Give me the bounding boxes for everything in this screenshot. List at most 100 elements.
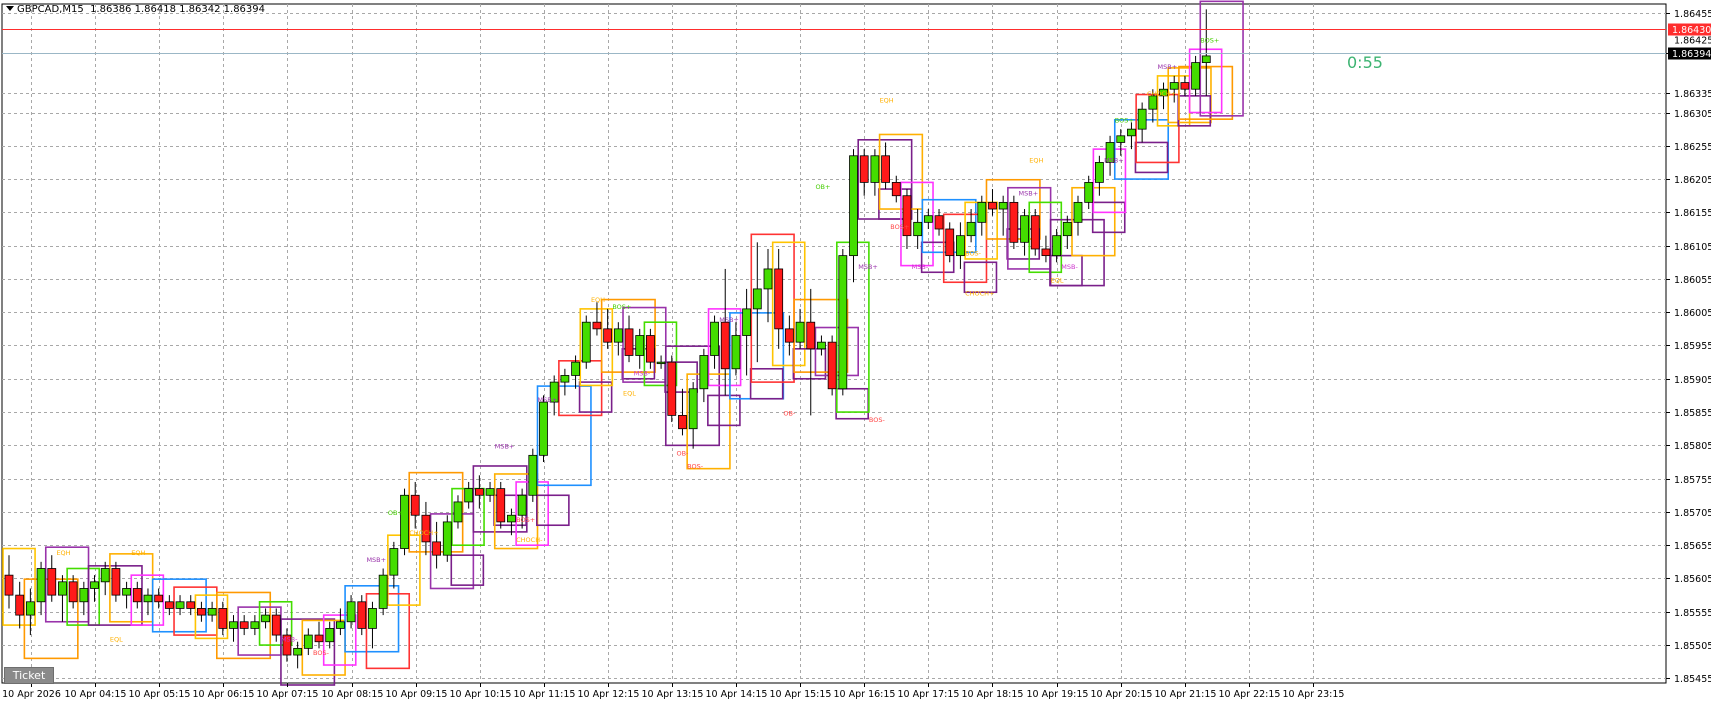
candle-body — [742, 308, 752, 336]
price-tick-label: 1.85805 — [1674, 441, 1711, 452]
candle-body — [1052, 235, 1062, 257]
price-tick-label: 1.86005 — [1674, 308, 1711, 319]
time-tick-label: 10 Apr 20:15 — [1091, 689, 1153, 700]
price-chart[interactable]: EQH EQH EQL MSB- BOS- MSB+ OB+ CHOCH+ MSB+ BOS+ CH… — [0, 0, 1711, 707]
candle-body — [132, 588, 142, 603]
structure-label: BOS+ — [1115, 116, 1134, 124]
price-tick-label: 1.85755 — [1674, 475, 1711, 486]
time-tick-label: 10 Apr 19:15 — [1027, 689, 1089, 700]
candle-body — [1137, 108, 1147, 130]
structure-label: EQH — [880, 97, 894, 105]
candle-body — [988, 201, 997, 210]
price-tick-label: 1.86055 — [1674, 275, 1711, 286]
chart-header: GBPCAD,M15 1.86386 1.86418 1.86342 1.863… — [6, 4, 265, 15]
candle-body — [1084, 182, 1094, 203]
candle-body — [699, 355, 709, 390]
candle-body — [849, 155, 858, 257]
structure-label: CHOCH+ — [409, 529, 438, 537]
candle-body — [752, 288, 762, 310]
structure-label: MSB- — [634, 369, 651, 377]
structure-label: MSB+ — [719, 316, 739, 324]
candle-body — [656, 361, 666, 365]
structure-label: EQL — [1051, 276, 1064, 284]
candle-body — [314, 634, 324, 643]
candle-body — [1116, 135, 1126, 143]
candlestick[interactable] — [1030, 209, 1040, 256]
candle-body — [1201, 55, 1211, 63]
candle-body — [474, 488, 484, 496]
candlestick[interactable] — [667, 355, 677, 423]
hidden-price-label: 1.86425 — [1674, 36, 1711, 47]
time-tick-label: 10 Apr 08:15 — [322, 689, 384, 700]
candle-body — [122, 588, 131, 596]
candle-body — [581, 321, 591, 363]
candle-countdown: 0:55 — [1347, 53, 1383, 72]
candle-body — [784, 328, 794, 343]
chart-window[interactable]: EQH EQH EQL MSB- BOS- MSB+ OB+ CHOCH+ MSB+ BOS+ CH… — [0, 0, 1711, 707]
candlestick[interactable] — [528, 448, 538, 502]
time-tick-label: 10 Apr 15:15 — [770, 689, 832, 700]
candle-body — [325, 628, 335, 643]
candle-body — [774, 268, 784, 330]
structure-label: OB+ — [815, 183, 830, 191]
candle-body — [197, 608, 206, 616]
price-tick-label: 1.85855 — [1674, 408, 1711, 419]
candle-body — [1169, 82, 1179, 90]
structure-label: CHOCH- — [516, 536, 543, 544]
candlestick[interactable] — [442, 515, 452, 562]
candle-body — [795, 321, 805, 343]
price-tick-label: 1.86305 — [1674, 109, 1711, 120]
candle-body — [539, 401, 548, 456]
ask-price-label: 1.86430 — [1672, 25, 1711, 36]
structure-label: BOS- — [687, 463, 704, 471]
candle-body — [453, 501, 463, 523]
candlestick[interactable] — [400, 488, 409, 556]
time-tick-label: 10 Apr 23:15 — [1283, 689, 1345, 700]
symbol-label: GBPCAD,M15 — [17, 4, 84, 15]
candle-body — [560, 375, 570, 383]
candle-body — [945, 228, 955, 257]
structure-label: MSB+ — [538, 396, 558, 404]
structure-label: OB- — [783, 409, 796, 417]
candle-body — [592, 321, 602, 330]
candle-body — [1127, 128, 1136, 137]
candle-body — [731, 335, 741, 370]
dropdown-arrow-icon[interactable] — [6, 6, 14, 11]
candlestick[interactable] — [838, 248, 848, 396]
candle-body — [389, 548, 399, 576]
candlestick[interactable] — [539, 395, 548, 462]
candle-body — [613, 328, 623, 343]
candlestick[interactable] — [581, 315, 591, 369]
candle-body — [966, 221, 976, 237]
candle-body — [229, 621, 238, 629]
candlestick[interactable] — [378, 568, 388, 616]
candle-body — [1180, 82, 1190, 90]
time-tick-label: 10 Apr 2026 — [2, 689, 61, 700]
time-tick-label: 10 Apr 12:15 — [578, 689, 640, 700]
candle-body — [624, 328, 634, 356]
time-tick-label: 10 Apr 11:15 — [514, 689, 576, 700]
time-tick-label: 10 Apr 05:15 — [129, 689, 191, 700]
candle-body — [817, 341, 826, 350]
structure-label: BOS+ — [516, 516, 535, 524]
candle-body — [1020, 215, 1029, 243]
candle-body — [710, 321, 719, 356]
structure-label: EQL — [623, 389, 636, 397]
candlestick[interactable] — [496, 481, 506, 529]
candle-body — [186, 601, 196, 609]
candlestick[interactable] — [827, 335, 837, 396]
structure-label: EQL — [110, 636, 123, 644]
price-tick-label: 1.85705 — [1674, 508, 1711, 519]
candle-body — [100, 568, 110, 583]
ticket-button[interactable]: Ticket — [4, 667, 54, 684]
structure-label: MSB- — [281, 636, 298, 644]
candle-body — [143, 594, 153, 603]
candle-body — [250, 621, 260, 629]
candle-body — [891, 182, 901, 197]
candle-body — [667, 361, 677, 416]
candle-body — [528, 454, 538, 496]
candle-body — [1062, 221, 1072, 237]
candle-body — [913, 221, 923, 237]
candlestick[interactable] — [1009, 195, 1019, 249]
candle-body — [239, 621, 249, 629]
